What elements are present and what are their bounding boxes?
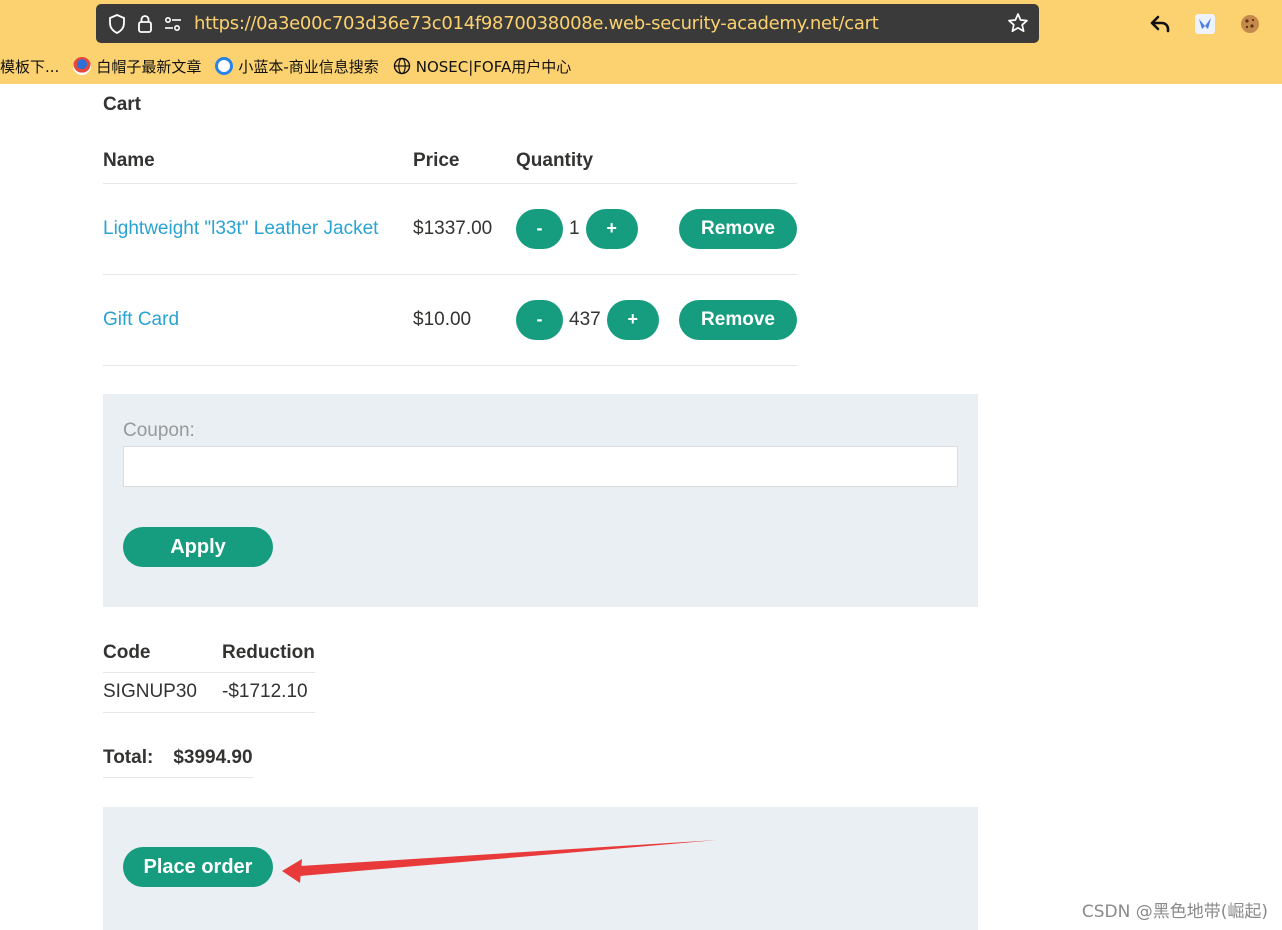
total-row: Total: $3994.90	[103, 739, 253, 778]
coupon-code: SIGNUP30	[103, 672, 222, 713]
header-code: Code	[103, 634, 222, 673]
bookmark-item[interactable]: NOSEC|FOFA用户中心	[393, 56, 572, 77]
bookmark-item[interactable]: 模板下...	[0, 56, 59, 77]
bookmark-item[interactable]: 白帽子最新文章	[73, 56, 201, 77]
browser-chrome: https://0a3e00c703d36e73c014f9870038008e…	[0, 0, 1282, 84]
bookmark-favicon-icon	[215, 57, 234, 75]
page-content: Cart Name Price Quantity Lightweight "l3…	[0, 84, 1282, 930]
quantity-stepper: - 1 +	[516, 208, 679, 249]
coupon-reduction: -$1712.10	[222, 672, 315, 713]
globe-icon	[393, 57, 411, 75]
apply-button[interactable]: Apply	[123, 527, 273, 567]
header-quantity: Quantity	[516, 139, 679, 184]
quantity-stepper: - 437 +	[516, 299, 679, 340]
increase-quantity-button[interactable]: +	[606, 299, 659, 340]
bookmark-label: NOSEC|FOFA用户中心	[415, 57, 572, 76]
cart-header-row: Name Price Quantity	[103, 139, 797, 184]
decrease-quantity-button[interactable]: -	[516, 208, 563, 249]
bookmarks-bar: 模板下... 白帽子最新文章 小蓝本-商业信息搜索 NOSEC|FOFA用户中心	[0, 52, 585, 80]
total-value: $3994.90	[173, 747, 253, 768]
bookmark-star-icon[interactable]	[1007, 12, 1029, 34]
shield-icon[interactable]	[106, 13, 128, 35]
bookmark-label: 模板下...	[0, 57, 60, 76]
page-title: Cart	[103, 94, 142, 115]
back-arrow-icon[interactable]	[1148, 12, 1172, 36]
url-text[interactable]: https://0a3e00c703d36e73c014f9870038008e…	[194, 13, 879, 34]
header-price: Price	[413, 139, 516, 184]
increase-quantity-button[interactable]: +	[585, 208, 638, 249]
header-actions	[679, 139, 797, 184]
bookmark-favicon-icon	[73, 57, 92, 75]
header-reduction: Reduction	[222, 634, 315, 673]
header-name: Name	[103, 139, 413, 184]
table-row: Lightweight "l33t" Leather Jacket $1337.…	[103, 183, 797, 275]
quantity-value: 437	[569, 308, 601, 330]
bookmark-label: 白帽子最新文章	[96, 57, 202, 76]
lock-icon[interactable]	[134, 13, 156, 35]
bookmark-label: 小蓝本-商业信息搜索	[238, 57, 379, 76]
address-bar[interactable]: https://0a3e00c703d36e73c014f9870038008e…	[96, 4, 1039, 43]
table-row: Gift Card $10.00 - 437 + Remove	[103, 274, 797, 366]
remove-button[interactable]: Remove	[679, 208, 797, 249]
watermark: CSDN @黑色地带(崛起)	[1081, 902, 1268, 922]
bookmark-item[interactable]: 小蓝本-商业信息搜索	[215, 56, 379, 77]
extension-bird-icon[interactable]	[1193, 12, 1217, 36]
product-link[interactable]: Lightweight "l33t" Leather Jacket	[103, 218, 378, 239]
table-row: SIGNUP30 -$1712.10	[103, 672, 315, 713]
decrease-quantity-button[interactable]: -	[516, 299, 563, 340]
quantity-value: 1	[569, 217, 580, 239]
permissions-icon[interactable]	[162, 13, 184, 35]
remove-button[interactable]: Remove	[679, 299, 797, 340]
coupon-label: Coupon:	[123, 420, 195, 441]
place-order-form: Place order	[103, 807, 978, 930]
codes-header-row: Code Reduction	[103, 634, 315, 673]
cart-table: Name Price Quantity Lightweight "l33t" L…	[103, 139, 797, 366]
coupon-codes-table: Code Reduction SIGNUP30 -$1712.10	[103, 634, 315, 713]
coupon-input[interactable]	[123, 446, 958, 487]
product-price: $1337.00	[413, 183, 516, 275]
product-link[interactable]: Gift Card	[103, 309, 179, 330]
product-price: $10.00	[413, 274, 516, 366]
cookie-icon[interactable]	[1238, 12, 1262, 36]
coupon-form: Coupon: Apply	[103, 394, 978, 607]
place-order-button[interactable]: Place order	[123, 847, 273, 887]
total-label: Total:	[103, 747, 154, 768]
